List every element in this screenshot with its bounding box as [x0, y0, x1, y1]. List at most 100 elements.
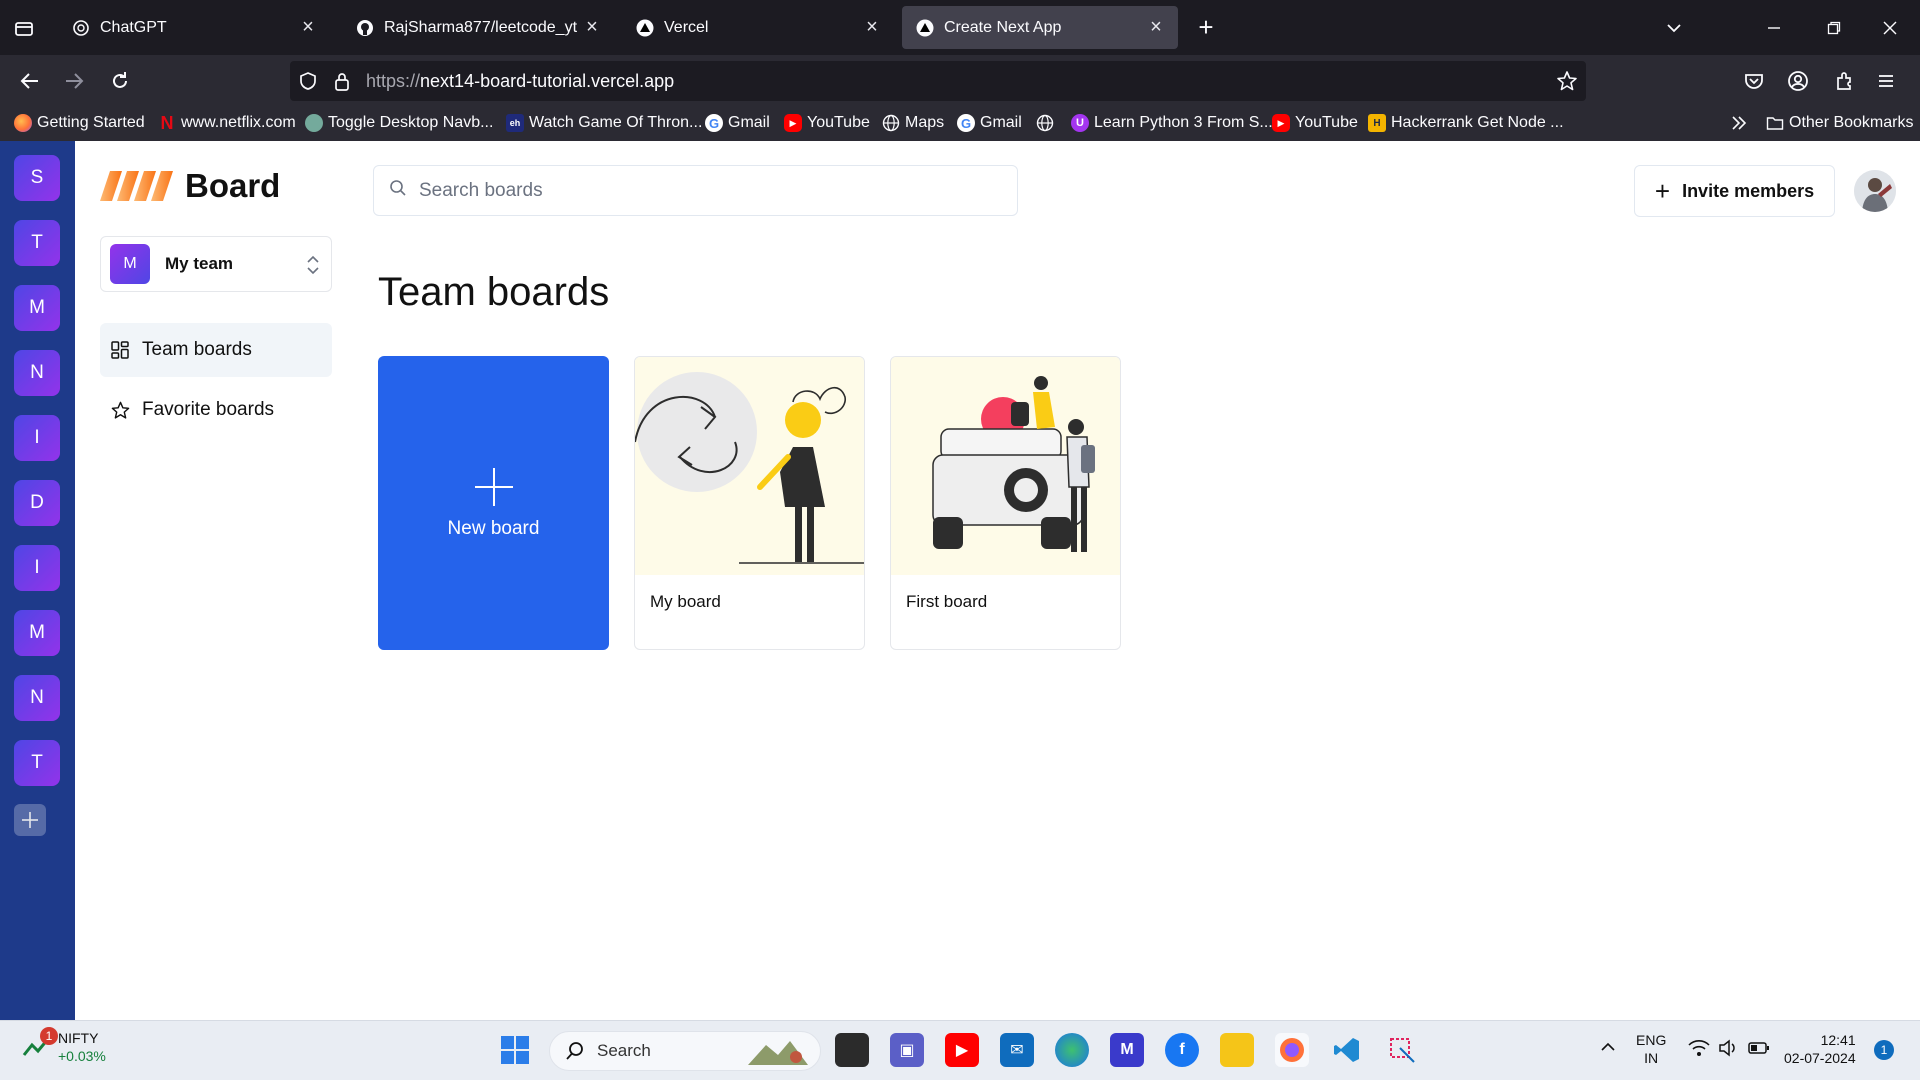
close-tab-icon[interactable]: ×: [298, 16, 318, 38]
shield-icon[interactable]: [298, 71, 318, 96]
bookmark-label: Watch Game Of Thron...: [529, 114, 703, 131]
logo-icon: [100, 171, 173, 201]
volume-icon[interactable]: [1718, 1039, 1740, 1061]
clock[interactable]: 12:41 02-07-2024: [1784, 1031, 1856, 1067]
battery-icon[interactable]: [1748, 1039, 1770, 1061]
search-input[interactable]: [419, 179, 999, 202]
bookmark-item[interactable]: [1036, 114, 1059, 132]
new-board-label: New board: [447, 518, 540, 539]
user-avatar[interactable]: [1854, 170, 1896, 212]
bookmark-item[interactable]: eh Watch Game Of Thron...: [506, 114, 702, 132]
lock-icon[interactable]: [332, 70, 352, 97]
bookmark-item[interactable]: G Gmail: [957, 114, 1022, 132]
sidebar-item-label: Favorite boards: [142, 399, 275, 420]
extensions-icon[interactable]: [1830, 67, 1858, 95]
google-icon: G: [957, 114, 975, 132]
org-item[interactable]: D: [14, 480, 60, 526]
bookmark-label: Gmail: [728, 114, 770, 131]
org-item[interactable]: T: [14, 740, 60, 786]
page-title: Team boards: [378, 270, 610, 314]
board-thumbnail: [891, 357, 1120, 575]
team-name: My team: [165, 254, 234, 273]
close-tab-icon[interactable]: ×: [1146, 16, 1166, 38]
language-indicator[interactable]: ENG IN: [1636, 1031, 1666, 1067]
youtube-app-icon[interactable]: ▶: [945, 1033, 979, 1067]
app-icon[interactable]: M: [1110, 1033, 1144, 1067]
tab-list-icon[interactable]: [10, 14, 38, 42]
snipping-tool-icon[interactable]: [1385, 1033, 1419, 1067]
bookmark-item[interactable]: ▶ YouTube: [1272, 114, 1358, 132]
org-item[interactable]: M: [14, 610, 60, 656]
reload-icon[interactable]: [106, 67, 134, 95]
list-all-tabs-icon[interactable]: [1660, 14, 1688, 42]
close-tab-icon[interactable]: ×: [582, 16, 602, 38]
task-view-icon[interactable]: [835, 1033, 869, 1067]
start-icon[interactable]: [498, 1033, 532, 1067]
new-board-button[interactable]: New board: [378, 356, 609, 650]
search-boards-field[interactable]: [373, 165, 1018, 216]
minimize-icon[interactable]: [1760, 14, 1788, 42]
bookmark-item[interactable]: ▶ YouTube: [784, 114, 870, 132]
close-window-icon[interactable]: [1876, 14, 1904, 42]
org-item[interactable]: N: [14, 350, 60, 396]
bookmark-item[interactable]: Toggle Desktop Navb...: [305, 114, 493, 132]
app-logo[interactable]: Board: [100, 167, 280, 205]
org-item[interactable]: I: [14, 545, 60, 591]
close-tab-icon[interactable]: ×: [862, 16, 882, 38]
wifi-icon[interactable]: [1688, 1039, 1710, 1061]
logo-text: Board: [185, 167, 281, 204]
bookmark-item[interactable]: Maps: [882, 114, 944, 132]
org-item[interactable]: I: [14, 415, 60, 461]
board-card[interactable]: First board: [890, 356, 1121, 650]
teams-icon[interactable]: ▣: [890, 1033, 924, 1067]
bookmark-item[interactable]: U Learn Python 3 From S...: [1071, 114, 1273, 132]
org-item[interactable]: M: [14, 285, 60, 331]
firefox-taskbar-icon[interactable]: [1275, 1033, 1309, 1067]
bookmark-item[interactable]: N www.netflix.com: [158, 113, 296, 133]
url-text[interactable]: https://next14-board-tutorial.vercel.app: [366, 71, 674, 92]
new-tab-icon[interactable]: +: [1192, 14, 1220, 42]
pocket-icon[interactable]: [1740, 67, 1768, 95]
restore-icon[interactable]: [1820, 14, 1848, 42]
browser-tab-chatgpt[interactable]: ChatGPT ×: [58, 6, 330, 49]
account-icon[interactable]: [1784, 67, 1812, 95]
file-explorer-icon[interactable]: [1220, 1033, 1254, 1067]
facebook-icon[interactable]: f: [1165, 1033, 1199, 1067]
other-bookmarks-folder[interactable]: Other Bookmarks: [1766, 114, 1913, 132]
bookmark-label: Learn Python 3 From S...: [1094, 114, 1273, 131]
bookmark-star-icon[interactable]: [1556, 70, 1578, 97]
org-item[interactable]: N: [14, 675, 60, 721]
more-bookmarks-icon[interactable]: [1730, 114, 1748, 132]
bookmark-item[interactable]: H Hackerrank Get Node ...: [1368, 114, 1564, 132]
chevron-up-icon[interactable]: [1600, 1039, 1616, 1059]
menu-icon[interactable]: [1872, 67, 1900, 95]
search-highlight-icon: [748, 1041, 808, 1065]
taskbar-search[interactable]: Search: [549, 1031, 821, 1071]
board-card[interactable]: My board: [634, 356, 865, 650]
sidebar-item-team-boards[interactable]: Team boards: [100, 323, 332, 377]
edge-icon[interactable]: [1055, 1033, 1089, 1067]
team-switcher[interactable]: M My team: [100, 236, 332, 292]
widget-name: NIFTY: [58, 1030, 99, 1046]
invite-members-button[interactable]: + Invite members: [1634, 165, 1835, 217]
sidebar-item-favorite-boards[interactable]: Favorite boards: [100, 383, 332, 437]
stock-widget[interactable]: 1 NIFTY +0.03%: [22, 1027, 106, 1065]
back-icon[interactable]: [16, 67, 44, 95]
vscode-icon[interactable]: [1330, 1033, 1364, 1067]
add-organization-button[interactable]: [14, 804, 46, 836]
browser-tab-vercel[interactable]: Vercel ×: [622, 6, 894, 49]
org-item[interactable]: S: [14, 155, 60, 201]
org-item[interactable]: T: [14, 220, 60, 266]
clock-time: 12:41: [1820, 1032, 1856, 1048]
bookmark-item[interactable]: Getting Started: [14, 114, 145, 132]
mail-icon[interactable]: ✉: [1000, 1033, 1034, 1067]
taskbar-search-label: Search: [597, 1041, 651, 1060]
forward-icon[interactable]: [60, 67, 88, 95]
bookmark-label: Toggle Desktop Navb...: [328, 114, 494, 131]
browser-tab-github[interactable]: RajSharma877/leetcode_yt ×: [342, 6, 614, 49]
bookmark-item[interactable]: G Gmail: [705, 114, 770, 132]
url-scheme: https://: [366, 71, 421, 91]
notification-count[interactable]: 1: [1874, 1040, 1894, 1060]
browser-tab-create-next-app[interactable]: Create Next App ×: [902, 6, 1178, 49]
url-bar[interactable]: https://next14-board-tutorial.vercel.app: [290, 61, 1586, 101]
